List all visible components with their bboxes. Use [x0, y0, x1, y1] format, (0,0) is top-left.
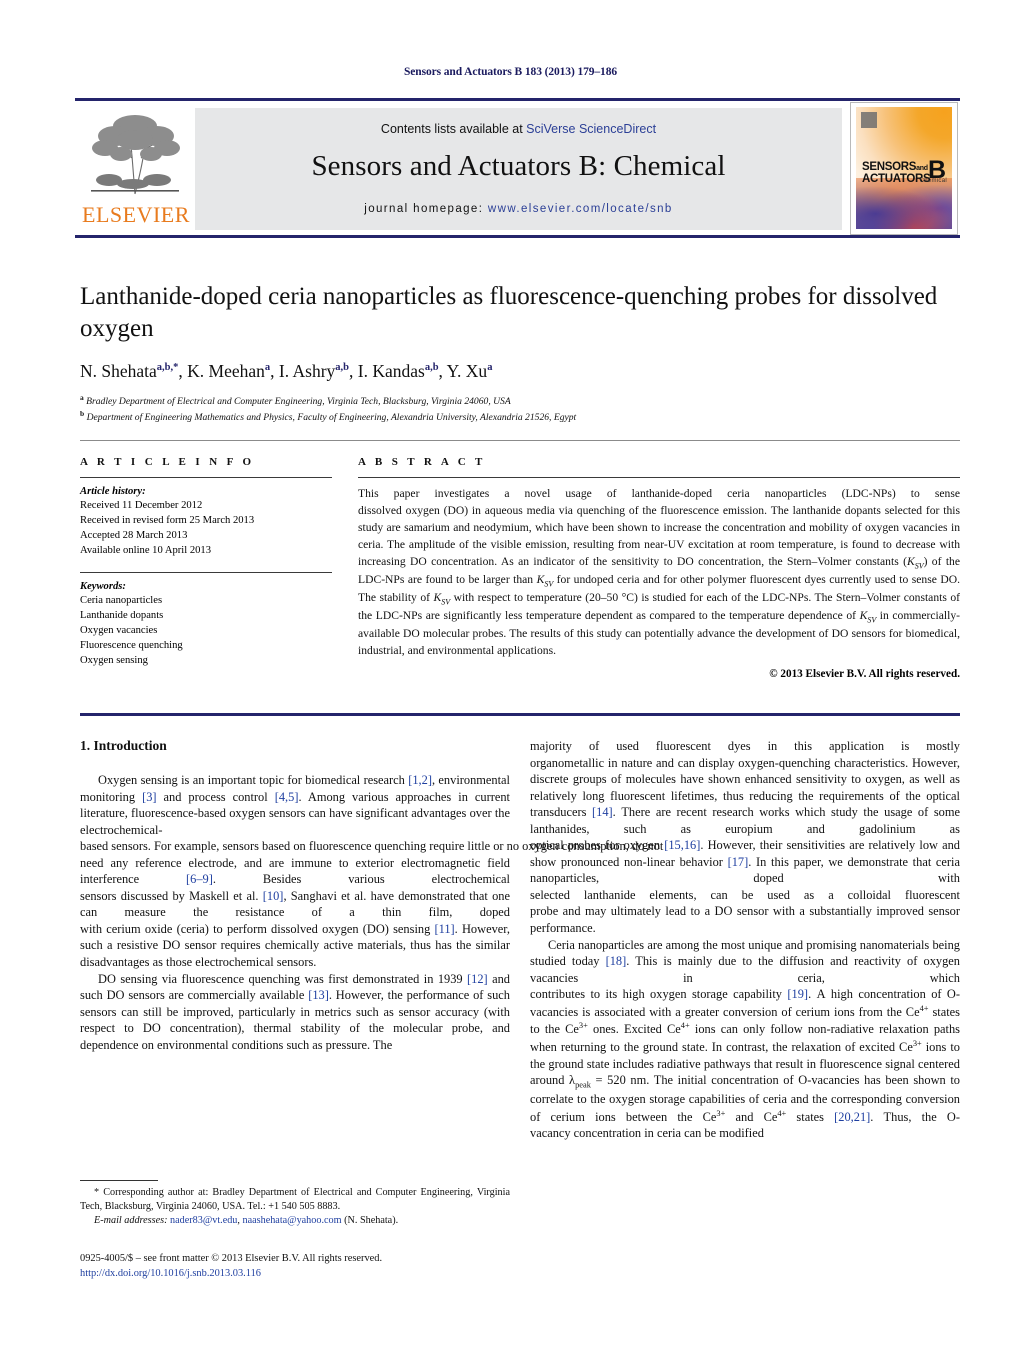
abstract-text: This paper investigates a novel usage of… [358, 487, 961, 657]
running-head: Sensors and Actuators B 183 (2013) 179–1… [403, 66, 618, 78]
article-history-item: Received 11 December 2012 [80, 500, 203, 511]
email-link-secondary[interactable]: naashehata@yahoo.com [243, 1215, 342, 1226]
journal-homepage-link[interactable]: www.elsevier.com/locate/snb [488, 203, 673, 215]
issn-line: 0925-4005/$ – see front matter © 2013 El… [80, 1253, 383, 1264]
affiliation-text: Bradley Department of Electrical and Com… [86, 396, 511, 408]
author-name: N. Shehata [80, 361, 157, 381]
citation-ref[interactable]: [18] [606, 954, 627, 968]
affiliation-item: b Department of Engineering Mathematics … [80, 409, 942, 425]
author-name: K. Meehan [187, 361, 265, 381]
citation-ref[interactable]: [13] [308, 988, 329, 1002]
info-section-top-rule [80, 440, 960, 441]
article-info-column: A R T I C L E I N F O Article history: R… [80, 456, 332, 668]
abstract-copyright: © 2013 Elsevier B.V. All rights reserved… [769, 668, 960, 681]
paragraph: DO sensing via fluorescence quenching wa… [80, 971, 511, 1052]
corresponding-author-label: * Corresponding author at: [94, 1187, 213, 1198]
keywords-block: Keywords: Ceria nanoparticles Lanthanide… [80, 572, 332, 668]
journal-title: Sensors and Actuators B: Chemical [311, 150, 726, 182]
email-note: E-mail addresses: nader83@vt.edu, naashe… [94, 1214, 399, 1226]
author-name: I. Kandas [357, 361, 425, 381]
citation-ref[interactable]: [11] [434, 922, 454, 936]
citation-ref[interactable]: [14] [592, 805, 613, 819]
contents-lists-prefix: Contents lists available at [380, 122, 527, 136]
article-info-heading: A R T I C L E I N F O [80, 456, 255, 468]
author-marks: a [487, 362, 493, 374]
affiliation-mark: a [80, 393, 84, 402]
keywords-label: Keywords: [80, 581, 126, 593]
citation-ref[interactable]: [10] [263, 889, 284, 903]
article-title: Lanthanide-doped ceria nanoparticles as … [80, 283, 938, 342]
elsevier-logo: ELSEVIER [77, 108, 195, 230]
abstract-heading: A B S T R A C T [358, 456, 486, 468]
article-history-item: Received in revised form 25 March 2013 [80, 515, 255, 527]
issn-copyright-block: 0925-4005/$ – see front matter © 2013 El… [80, 1252, 540, 1282]
masthead-bottom-rule [75, 235, 960, 238]
citation-ref[interactable]: [15,16] [664, 838, 700, 852]
paragraph: majority of used fluorescent dyes in thi… [530, 739, 960, 936]
footnote-block: * Corresponding author at: Bradley Depar… [80, 1186, 510, 1228]
email-owner: (N. Shehata). [344, 1214, 399, 1226]
journal-cover-mottle [856, 177, 952, 229]
journal-cover-art: SENSORSand ACTUATORS B Chemical [856, 107, 952, 229]
doi-link[interactable]: http://dx.doi.org/10.1016/j.snb.2013.03.… [80, 1267, 540, 1282]
footnote-rule [80, 1180, 158, 1181]
citation-ref[interactable]: [4,5] [275, 790, 299, 804]
citation-ref[interactable]: [6–9] [186, 872, 213, 886]
author-marks: a,b [424, 362, 439, 374]
article-page: Sensors and Actuators B 183 (2013) 179–1… [0, 0, 1021, 1351]
keyword-item: Fluorescence quenching [80, 640, 183, 652]
citation-ref[interactable]: [3] [142, 790, 156, 804]
keyword-item: Lanthanide dopants [80, 610, 164, 622]
citation-ref[interactable]: [12] [467, 972, 488, 986]
masthead-top-rule [75, 98, 960, 101]
keyword-item: Oxygen sensing [80, 655, 148, 667]
contents-lists-line: Contents lists available at SciVerse Sci… [195, 122, 842, 136]
affiliation-item: a Bradley Department of Electrical and C… [80, 393, 942, 409]
email-addresses-label: E-mail addresses: [94, 1214, 168, 1226]
homepage-prefix: journal homepage: [364, 203, 488, 215]
abstract-column: A B S T R A C T This paper investigates … [358, 456, 960, 680]
affiliation-text: Department of Engineering Mathematics an… [86, 412, 577, 424]
affiliation-list: a Bradley Department of Electrical and C… [80, 393, 942, 425]
citation-ref[interactable]: [20,21] [834, 1110, 870, 1124]
keyword-item: Ceria nanoparticles [80, 595, 163, 607]
author-marks: a,b [335, 362, 350, 374]
body-column-left: 1. Introduction Oxygen sensing is an imp… [80, 738, 664, 1053]
section-heading-introduction: 1. Introduction [80, 738, 167, 753]
paragraph: Ceria nanoparticles are among the most u… [530, 937, 960, 1141]
journal-cover-thumbnail: SENSORSand ACTUATORS B Chemical [850, 102, 958, 235]
cover-and: and [916, 164, 928, 172]
elsevier-cover-mark-icon [861, 112, 877, 128]
author-marks: a [264, 362, 271, 374]
title-block: Lanthanide-doped ceria nanoparticles as … [80, 281, 942, 425]
author-name: Y. Xu [446, 361, 488, 381]
sciencedirect-link[interactable]: SciVerse ScienceDirect [526, 122, 656, 136]
cover-subtitle: Chemical [919, 177, 947, 184]
keyword-item: Oxygen vacancies [80, 625, 158, 637]
elsevier-wordmark: ELSEVIER [82, 202, 190, 227]
article-history-item: Accepted 28 March 2013 [80, 530, 188, 542]
article-history-label: Article history: [80, 486, 146, 497]
citation-ref[interactable]: [17] [728, 855, 749, 869]
article-history-item: Available online 10 April 2013 [80, 545, 212, 557]
article-info-divider [80, 477, 332, 478]
corresponding-author-note: * Corresponding author at: Bradley Depar… [80, 1186, 510, 1214]
info-section-bottom-rule [80, 713, 960, 716]
body-column-right: majority of used fluorescent dyes in thi… [530, 738, 960, 1142]
masthead-grey-band: Contents lists available at SciVerse Sci… [195, 108, 842, 230]
journal-homepage-line: journal homepage: www.elsevier.com/locat… [195, 203, 842, 215]
author-list: N. Shehataa,b,*, K. Meehana, I. Ashrya,b… [80, 361, 493, 381]
cover-line1: SENSORS [862, 160, 917, 173]
abstract-divider [358, 477, 960, 478]
citation-ref[interactable]: [19] [787, 987, 808, 1001]
paragraph: Oxygen sensing is an important topic for… [80, 773, 664, 970]
author-marks: a,b,* [156, 362, 179, 374]
elsevier-tree-icon [85, 110, 185, 198]
journal-masthead: ELSEVIER Contents lists available at Sci… [75, 98, 960, 238]
affiliation-mark: b [80, 409, 85, 419]
citation-ref[interactable]: [1,2] [408, 773, 432, 787]
keywords-divider [80, 572, 332, 574]
author-name: I. Ashry [278, 361, 336, 381]
email-link-primary[interactable]: nader83@vt.edu [170, 1215, 237, 1226]
